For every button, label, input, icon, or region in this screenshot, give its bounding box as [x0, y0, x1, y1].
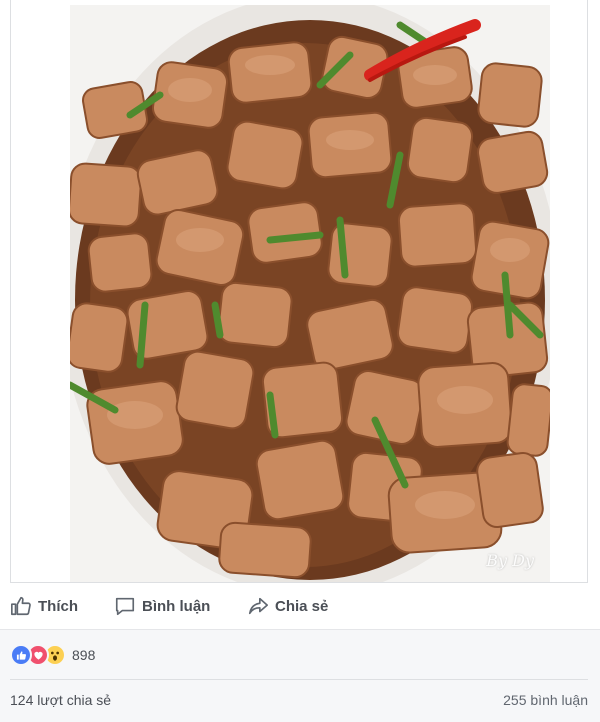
like-button[interactable]: Thích — [10, 590, 78, 622]
post-card: By Dy — [10, 0, 588, 583]
comment-button[interactable]: Bình luận — [114, 590, 210, 622]
like-icon — [10, 644, 32, 666]
reactions-row[interactable]: 898 — [10, 644, 95, 666]
reaction-count: 898 — [72, 647, 96, 663]
share-button[interactable]: Chia sẻ — [247, 590, 328, 622]
share-label: Chia sẻ — [275, 597, 329, 615]
like-label: Thích — [38, 597, 78, 615]
post-photo[interactable]: By Dy — [70, 5, 550, 582]
thumbs-up-icon — [11, 596, 31, 616]
post-actions-bar: Thích Bình luận Chia sẻ — [0, 583, 600, 629]
share-arrow-icon — [248, 597, 268, 615]
share-count-link[interactable]: 124 lượt chia sẻ — [10, 692, 111, 708]
comment-label: Bình luận — [142, 597, 211, 615]
comment-bubble-icon — [115, 597, 135, 616]
food-photo-icon — [70, 5, 550, 582]
comment-count-link[interactable]: 255 bình luận — [503, 692, 588, 708]
photo-watermark: By Dy — [486, 551, 534, 570]
footer-divider — [10, 679, 588, 680]
reactions-summary: 898 124 lượt chia sẻ 255 bình luận — [0, 629, 600, 722]
